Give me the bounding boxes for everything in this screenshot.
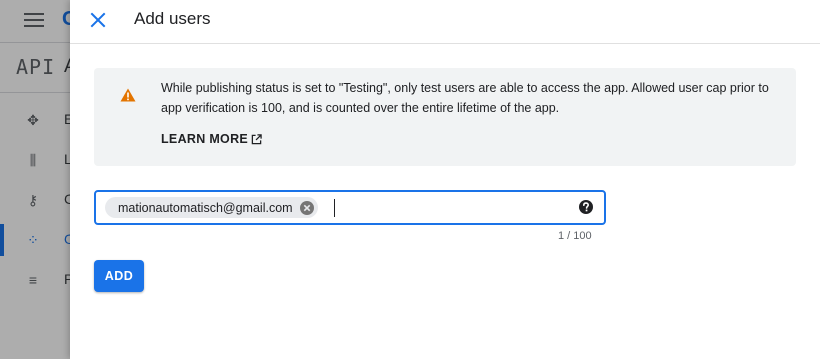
cancel-icon[interactable] [299,200,315,216]
close-button[interactable] [84,6,112,34]
close-icon [90,12,106,28]
learn-more-label: LEARN MORE [161,132,249,146]
testing-notice: While publishing status is set to "Testi… [94,68,796,166]
panel-header: Add users [70,0,820,44]
user-chip: mationautomatisch@gmail.com [105,197,318,218]
help-icon[interactable] [578,199,594,215]
add-users-panel: Add users While publishing status is set… [70,0,820,359]
add-button[interactable]: ADD [94,260,144,292]
learn-more-link[interactable]: LEARN MORE [161,132,262,146]
panel-title: Add users [134,9,211,28]
chip-label: mationautomatisch@gmail.com [118,200,293,215]
warning-icon [120,88,136,102]
notice-text: While publishing status is set to "Testi… [161,81,769,115]
open-in-new-icon [251,133,262,144]
text-caret [334,199,335,217]
users-input-field[interactable]: mationautomatisch@gmail.com [94,190,606,225]
user-count: 1 / 100 [558,230,592,242]
